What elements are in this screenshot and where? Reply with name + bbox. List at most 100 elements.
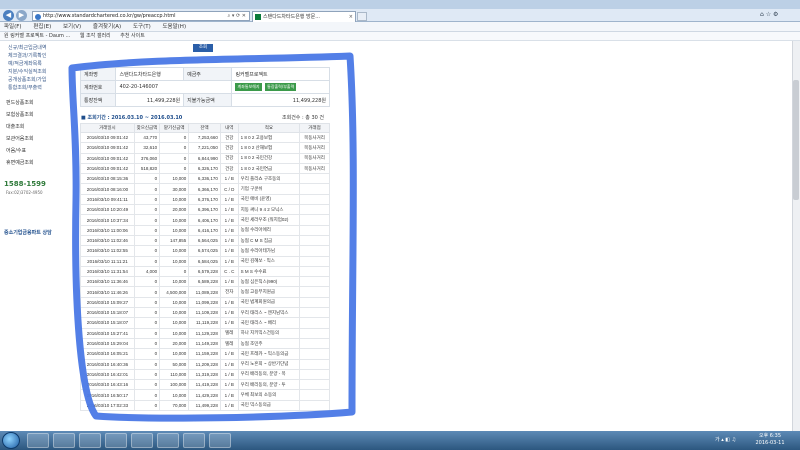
table-cell: 국민 세라우조 (워지업02) (237, 214, 301, 226)
notify-cancel-button[interactable]: 계좌통보해지 (235, 83, 262, 91)
table-cell: 0 (133, 389, 161, 401)
table-row: 2016/03/10 11:46:26 0 4,500,000 11,089,228 전… (80, 286, 330, 298)
favorite-link-gallery[interactable]: 웹 조각 갤러리 (80, 33, 111, 39)
table-row: 2016/03/10 11:31:54 4,000 0 6,579,228 C . CS… (80, 265, 330, 278)
home-star-gear-icons[interactable]: ⌂ ☆ ⚙ (760, 11, 778, 18)
sme-consult-link[interactable]: 중소기업금융파트 상담 (4, 229, 52, 236)
sidebar-link[interactable]: 공개상품조회/가입 (8, 76, 47, 83)
table-cell: 30,000 (159, 183, 190, 195)
table-cell: 2016/03/10 11:46:26 (80, 286, 135, 298)
sidebar-link[interactable]: 지분/수익실적조회 (8, 68, 47, 75)
back-button[interactable]: ◀ (3, 10, 14, 21)
table-cell (299, 234, 330, 247)
close-tab-icon[interactable]: × (349, 12, 353, 22)
table-cell: 376,060 (133, 152, 161, 164)
table-cell: 10,000 (159, 245, 190, 257)
scrollbar-thumb[interactable] (793, 80, 799, 200)
table-cell: 11,429,228 (188, 389, 221, 401)
table-cell (299, 193, 330, 206)
start-button[interactable] (2, 432, 20, 449)
favorite-link-daum[interactable]: 원 링커벨 프로젝트 - Daum ... (4, 33, 70, 39)
table-cell: 11,099,228 (188, 296, 221, 309)
table-cell: 6,564,025 (188, 234, 221, 247)
sidebar-link[interactable]: 예/적금계좌목록 (8, 60, 42, 67)
available-value: 11,499,228원 (231, 93, 330, 107)
sidebar-item-bill[interactable]: 보관어음조회 (6, 135, 34, 142)
table-cell: 기업 구쿤쉬 (237, 183, 301, 195)
table-cell (299, 296, 330, 309)
table-cell: 우리 태리스 ~ 엔지님믹스 (237, 307, 301, 319)
taskbar-chat-icon[interactable] (131, 433, 153, 448)
menu-edit[interactable]: 편집(E) (33, 24, 51, 30)
taskbar-ie-icon[interactable] (27, 433, 49, 448)
sidebar-item-fund[interactable]: 펀드상품조회 (6, 99, 34, 106)
table-cell: 2016/03/10 09:01:42 (80, 162, 135, 175)
menu-view[interactable]: 보기(V) (63, 24, 81, 30)
col-header: 찾으신금액 (133, 123, 161, 133)
sidebar-item-loan[interactable]: 대출조회 (6, 123, 24, 130)
sidebar-link[interactable]: 신규/최근입금내역 (8, 44, 47, 51)
taskbar-app-icon[interactable] (105, 433, 127, 448)
table-cell (299, 317, 330, 329)
table-cell (299, 255, 330, 267)
inquiry-period: ■ 조회기간 : 2016.03.10 ~ 2016.03.10 (81, 115, 183, 121)
table-cell: 1 / B (219, 193, 239, 206)
taskbar-clock[interactable]: 오후 6:35 2016-03-11 (745, 433, 795, 447)
system-tray-icons[interactable]: 가 ▴ ◧ ♫ (715, 436, 736, 443)
menu-favorites[interactable]: 즐겨찾기(A) (93, 24, 121, 30)
table-cell: 2016/03/10 09:01:42 (80, 142, 135, 154)
taskbar-media-icon[interactable] (79, 433, 101, 448)
sidebar-link[interactable]: 체크결과/기록확인 (8, 52, 47, 59)
inquiry-button[interactable]: 조회 (193, 44, 213, 52)
table-cell: S M S 수수료 (237, 265, 301, 278)
taskbar-doc-icon[interactable] (209, 433, 231, 448)
sidebar-link[interactable]: 통합조회/부출력 (8, 84, 42, 91)
table-cell: 텔레 (219, 337, 239, 350)
url-input[interactable]: http://www.standardchartered.co.kr/gw/pr… (32, 11, 250, 21)
menu-file[interactable]: 파일(F) (4, 24, 22, 30)
table-cell: 6,579,228 (188, 265, 221, 278)
table-cell: 11,109,228 (188, 307, 221, 319)
table-cell: 1 / B (219, 234, 239, 247)
table-row: 2016/03/10 15:27:41 0 10,000 11,129,228 텔레 하나… (80, 327, 330, 339)
table-cell: 2016/03/10 10:37:34 (80, 214, 135, 226)
bank-label: 계좌명 (79, 67, 117, 81)
table-cell: 2016/03/10 11:11:21 (80, 255, 135, 267)
search-refresh-icon[interactable]: ⌕ ▾ ⟳ ✕ (228, 12, 246, 21)
taskbar-chrome-icon[interactable] (157, 433, 179, 448)
menu-help[interactable]: 도움말(H) (162, 24, 186, 30)
table-cell: 목동사거리 (299, 152, 330, 164)
ime-indicator[interactable]: 가 (715, 437, 720, 443)
table-cell: 1 8 0 2 국민건강 (237, 152, 301, 164)
browser-tab[interactable]: 스탠다드차타드은행 방문... × (252, 11, 356, 22)
table-cell: 100,000 (159, 379, 190, 391)
forward-button[interactable]: ▶ (16, 10, 27, 21)
taskbar-explorer-icon[interactable] (53, 433, 75, 448)
table-cell: 0 (133, 317, 161, 329)
table-cell: 6,416,170 (188, 224, 221, 236)
table-cell: 우체 최보의 소동의 (237, 389, 301, 401)
table-cell: 10,000 (159, 307, 190, 319)
table-cell: 0 (133, 234, 161, 247)
table-row: 2016/03/10 11:00:06 0 10,000 6,416,170 1 / B… (80, 224, 330, 236)
table-cell: 1 / B (219, 317, 239, 329)
account-summary-table: 계좌명 스탠다드차타드은행 예금주 링커벨프로젝트 계좌번호 402-20-14… (79, 67, 330, 107)
table-cell: 0 (133, 379, 161, 391)
favorite-link-suggested[interactable]: 추천 사이트 (120, 33, 145, 39)
table-cell: 10,000 (159, 173, 190, 185)
table-cell: 0 (159, 162, 190, 175)
taskbar-camera-icon[interactable] (183, 433, 205, 448)
sidebar-item-dormant[interactable]: 휴면예금조회 (6, 159, 34, 166)
table-cell: 건강 (219, 142, 239, 154)
table-row: 2016/03/10 08:15:36 0 10,000 6,336,170 1 / B… (80, 173, 330, 185)
table-cell: 518,820 (133, 162, 161, 175)
table-cell: 10,000 (159, 348, 190, 360)
table-cell: 4,000 (133, 265, 161, 278)
menu-tools[interactable]: 도구(T) (133, 24, 151, 30)
sidebar-item-insurance[interactable]: 보험상품조회 (6, 111, 34, 118)
passbook-print-button[interactable]: 통장출력/부출력 (265, 83, 297, 91)
table-cell: 2016/03/10 15:18:07 (80, 317, 135, 329)
sidebar-item-check[interactable]: 어음/수표 (6, 147, 26, 154)
new-tab-button[interactable] (357, 12, 367, 21)
table-row: 2016/03/10 16:42:01 0 110,000 11,319,228 1 /… (80, 368, 330, 381)
